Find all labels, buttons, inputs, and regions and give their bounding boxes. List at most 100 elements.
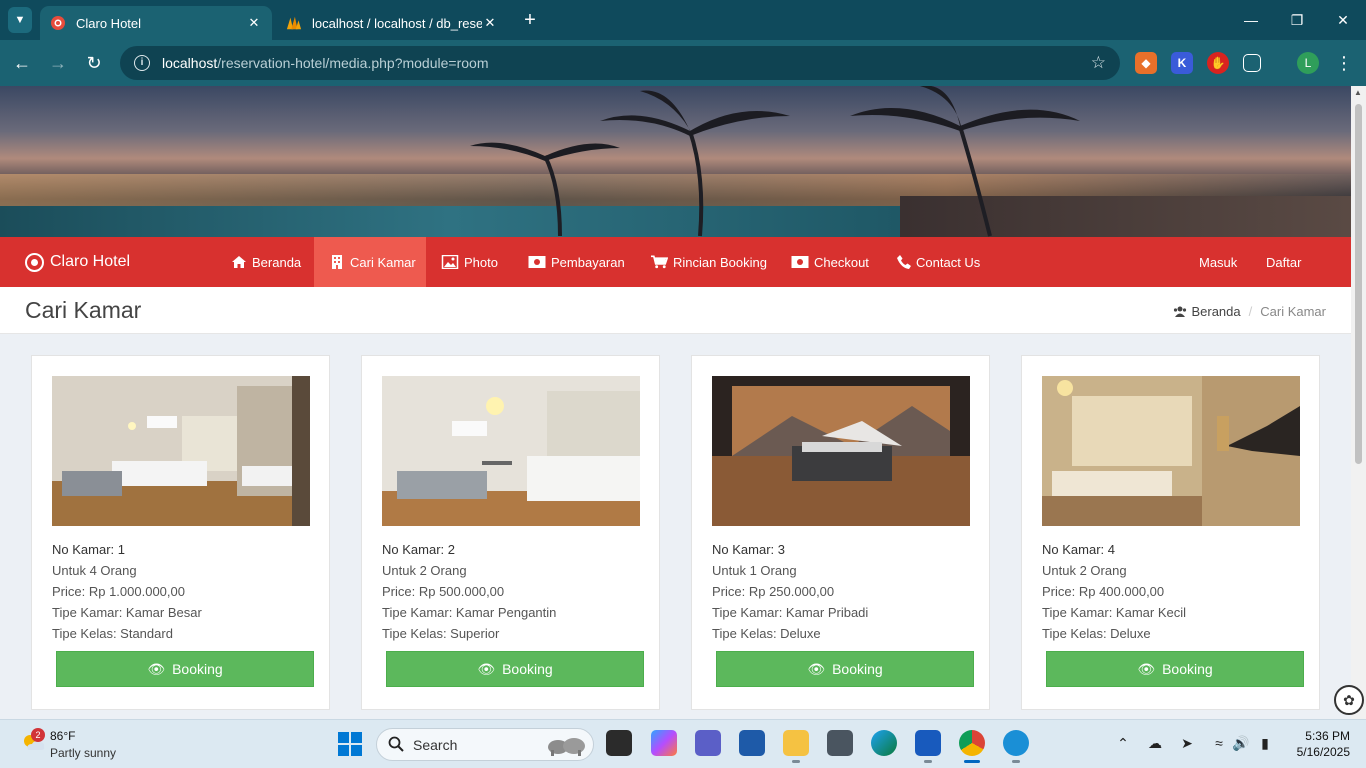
- metamask-extension-icon[interactable]: ◆: [1135, 52, 1157, 74]
- room-type: Tipe Kamar: Kamar Pribadi: [712, 605, 869, 620]
- restore-icon[interactable]: ❐: [1282, 8, 1312, 32]
- room-list: No Kamar: 1 Untuk 4 Orang Price: Rp 1.00…: [0, 334, 1351, 719]
- address-bar[interactable]: i localhost /reservation-hotel/media.php…: [120, 46, 1120, 80]
- building-icon: [332, 255, 342, 269]
- nav-photo[interactable]: Photo: [441, 237, 498, 287]
- room-type: Tipe Kamar: Kamar Kecil: [1042, 605, 1187, 620]
- hero-banner-image: [0, 86, 1351, 237]
- room-class: Tipe Kelas: Superior: [382, 626, 500, 641]
- breadcrumb-home[interactable]: Beranda: [1191, 304, 1240, 319]
- page-scrollbar[interactable]: ▲: [1351, 86, 1366, 719]
- booking-label: Booking: [832, 661, 883, 677]
- breadcrumb-separator: /: [1248, 304, 1253, 319]
- close-tab-icon[interactable]: ✕: [482, 15, 498, 31]
- location-icon[interactable]: ➤: [1178, 734, 1196, 752]
- nav-beranda[interactable]: Beranda: [231, 237, 301, 287]
- taskbar-search[interactable]: Search: [376, 728, 594, 761]
- room-number: No Kamar: 3: [712, 542, 785, 557]
- app-icon[interactable]: [1003, 730, 1029, 763]
- copilot-icon[interactable]: [651, 730, 677, 756]
- forward-icon[interactable]: →: [46, 51, 70, 75]
- word-icon[interactable]: [915, 730, 941, 763]
- close-tab-icon[interactable]: ✕: [246, 15, 262, 31]
- booking-button[interactable]: 👁 Booking: [56, 651, 314, 687]
- onedrive-icon[interactable]: ☁: [1146, 734, 1164, 752]
- room-capacity: Untuk 4 Orang: [52, 563, 137, 578]
- edge-icon[interactable]: [871, 730, 897, 756]
- room-class: Tipe Kelas: Deluxe: [1042, 626, 1151, 641]
- room-class: Tipe Kelas: Deluxe: [712, 626, 821, 641]
- nav-contact-us[interactable]: Contact Us: [897, 237, 980, 287]
- camera-icon[interactable]: [827, 730, 853, 756]
- k-extension-icon[interactable]: K: [1171, 52, 1193, 74]
- room-capacity: Untuk 1 Orang: [712, 563, 797, 578]
- extensions-puzzle-icon[interactable]: [1243, 54, 1261, 72]
- main-navbar: Claro Hotel Beranda Cari Kamar Photo Pem…: [0, 237, 1351, 287]
- system-clock[interactable]: 5:36 PM 5/16/2025: [1284, 728, 1350, 760]
- booking-label: Booking: [172, 661, 223, 677]
- room-class: Tipe Kelas: Standard: [52, 626, 173, 641]
- cart-icon: [651, 255, 668, 269]
- page-viewport: Claro Hotel Beranda Cari Kamar Photo Pem…: [0, 86, 1351, 719]
- room-price: Price: Rp 250.000,00: [712, 584, 835, 599]
- breadcrumb: Beranda / Cari Kamar: [1173, 304, 1326, 319]
- booking-button[interactable]: 👁 Booking: [386, 651, 644, 687]
- brand-name: Claro Hotel: [50, 253, 131, 270]
- nav-pembayaran[interactable]: Pembayaran: [528, 237, 625, 287]
- site-info-icon[interactable]: i: [134, 55, 150, 71]
- scroll-up-icon[interactable]: ▲: [1354, 88, 1362, 97]
- nav-rincian-booking[interactable]: Rincian Booking: [651, 237, 767, 287]
- microsoft-store-icon[interactable]: [739, 730, 765, 756]
- back-icon[interactable]: ←: [10, 51, 34, 75]
- eye-icon: 👁: [807, 660, 826, 677]
- tab-search-menu-button[interactable]: ▼: [8, 7, 32, 33]
- eye-icon: 👁: [147, 660, 166, 677]
- brand-link[interactable]: Claro Hotel: [25, 237, 130, 287]
- show-hidden-icons-icon[interactable]: ⌃: [1114, 734, 1132, 752]
- nav-checkout[interactable]: Checkout: [791, 237, 869, 287]
- breadcrumb-current: Cari Kamar: [1260, 304, 1326, 319]
- nav-cari-kamar[interactable]: Cari Kamar: [314, 237, 426, 287]
- tab-title: Claro Hotel: [76, 15, 142, 31]
- task-view-icon[interactable]: [606, 730, 632, 756]
- chrome-icon[interactable]: [959, 730, 985, 763]
- money-icon: [791, 256, 809, 268]
- battery-icon[interactable]: ▮: [1256, 734, 1274, 752]
- file-explorer-icon[interactable]: [783, 730, 809, 763]
- room-number: No Kamar: 1: [52, 542, 125, 557]
- booking-button[interactable]: 👁 Booking: [716, 651, 974, 687]
- clock-time: 5:36 PM: [1305, 729, 1350, 743]
- room-type: Tipe Kamar: Kamar Besar: [52, 605, 202, 620]
- eye-icon: 👁: [1137, 660, 1156, 677]
- volume-icon[interactable]: 🔊: [1232, 734, 1250, 752]
- profile-avatar[interactable]: L: [1297, 52, 1319, 74]
- adblock-extension-icon[interactable]: ✋: [1207, 52, 1229, 74]
- browser-menu-icon[interactable]: ⋮: [1334, 51, 1354, 75]
- windows-start-icon[interactable]: [338, 732, 362, 756]
- new-tab-button[interactable]: +: [518, 9, 542, 33]
- room-card: No Kamar: 3 Untuk 1 Orang Price: Rp 250.…: [691, 355, 990, 710]
- reload-icon[interactable]: ↻: [82, 51, 106, 75]
- room-card: No Kamar: 2 Untuk 2 Orang Price: Rp 500.…: [361, 355, 660, 710]
- room-photo: [382, 376, 640, 526]
- floating-emblem-icon[interactable]: ✿: [1334, 685, 1364, 715]
- close-window-icon[interactable]: ✕: [1328, 8, 1358, 32]
- teams-icon[interactable]: [695, 730, 721, 756]
- room-info: No Kamar: 2 Untuk 2 Orang Price: Rp 500.…: [382, 539, 556, 644]
- minimize-icon[interactable]: —: [1236, 8, 1266, 32]
- bookmark-star-icon[interactable]: ☆: [1091, 53, 1106, 73]
- wifi-icon[interactable]: ≈: [1210, 734, 1228, 752]
- room-card: No Kamar: 4 Untuk 2 Orang Price: Rp 400.…: [1021, 355, 1320, 710]
- tab-phpmyadmin[interactable]: localhost / localhost / db_reservation ✕: [276, 6, 508, 40]
- booking-button[interactable]: 👁 Booking: [1046, 651, 1304, 687]
- room-price: Price: Rp 400.000,00: [1042, 584, 1165, 599]
- tab-claro-hotel[interactable]: Claro Hotel ✕: [40, 6, 272, 40]
- home-icon: [232, 256, 246, 268]
- nav-label: Contact Us: [916, 254, 981, 270]
- register-link[interactable]: Daftar: [1266, 237, 1301, 287]
- login-link[interactable]: Masuk: [1199, 237, 1237, 287]
- nav-label: Cari Kamar: [350, 254, 416, 270]
- weather-widget[interactable]: 2 86°F Partly sunny: [14, 726, 174, 764]
- scrollbar-thumb[interactable]: [1355, 104, 1362, 464]
- tab-title: localhost / localhost / db_reservation: [312, 15, 482, 31]
